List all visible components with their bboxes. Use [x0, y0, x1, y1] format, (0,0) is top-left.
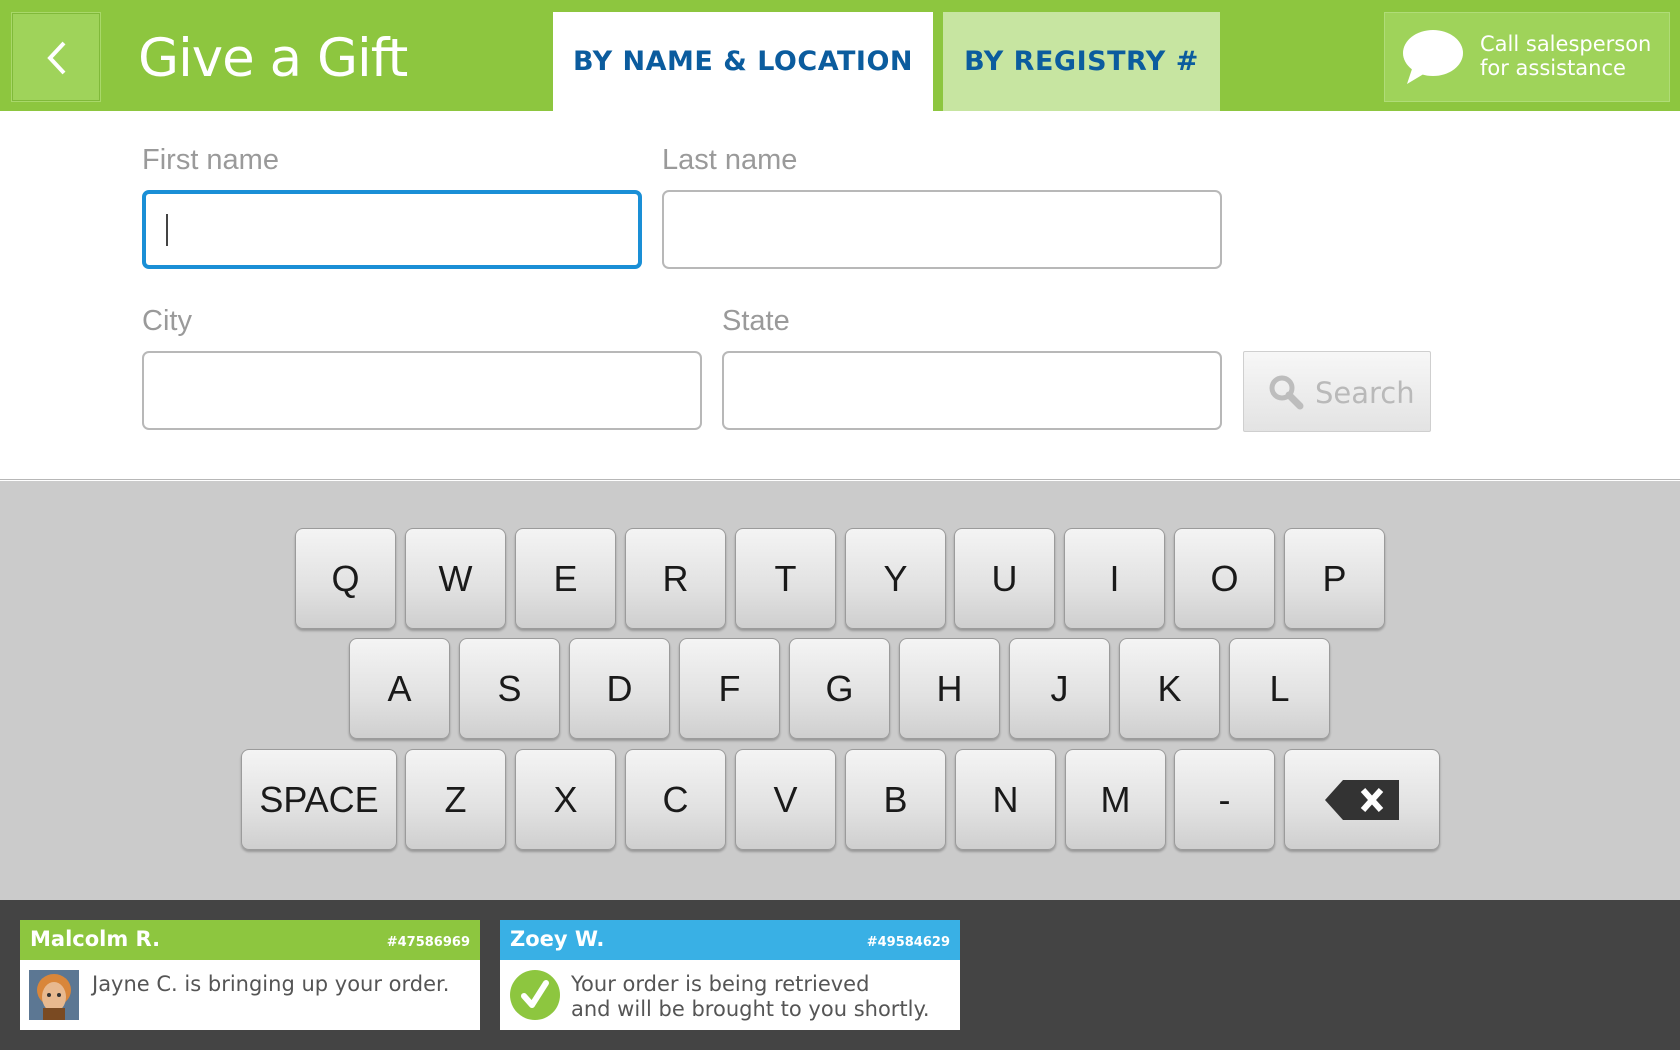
key-m[interactable]: M — [1065, 749, 1166, 850]
notification-message-line-2: and will be brought to you shortly. — [571, 997, 930, 1021]
key-j[interactable]: J — [1009, 638, 1110, 739]
key-e[interactable]: E — [515, 528, 616, 629]
key-z[interactable]: Z — [405, 749, 506, 850]
backspace-icon — [1325, 779, 1399, 820]
key-hyphen[interactable]: - — [1174, 749, 1275, 850]
on-screen-keyboard: Q W E R T Y U I O P A S D F G H J K L SP… — [0, 481, 1680, 900]
key-p[interactable]: P — [1284, 528, 1385, 629]
notification-message: Jayne C. is bringing up your order. — [92, 972, 449, 997]
state-label: State — [722, 305, 790, 337]
header-bar: Give a Gift BY NAME & LOCATION BY REGIST… — [0, 0, 1680, 111]
key-w[interactable]: W — [405, 528, 506, 629]
search-icon — [1269, 375, 1304, 410]
key-backspace[interactable] — [1284, 749, 1440, 850]
call-salesperson-button[interactable]: Call salesperson for assistance — [1384, 12, 1670, 102]
key-u[interactable]: U — [954, 528, 1055, 629]
speech-bubble-icon — [1403, 30, 1463, 84]
key-s[interactable]: S — [459, 638, 560, 739]
notification-header: Zoey W. #49584629 — [500, 920, 960, 960]
key-k[interactable]: K — [1119, 638, 1220, 739]
city-label: City — [142, 305, 192, 337]
key-o[interactable]: O — [1174, 528, 1275, 629]
first-name-field[interactable] — [142, 190, 642, 269]
key-i[interactable]: I — [1064, 528, 1165, 629]
tab-by-name-location[interactable]: BY NAME & LOCATION — [553, 12, 933, 111]
call-text-line-2: for assistance — [1480, 56, 1626, 80]
text-caret — [166, 213, 168, 246]
key-n[interactable]: N — [955, 749, 1056, 850]
key-h[interactable]: H — [899, 638, 1000, 739]
first-name-label: First name — [142, 144, 279, 176]
search-button[interactable]: Search — [1243, 351, 1431, 432]
page-title: Give a Gift — [138, 28, 408, 89]
key-x[interactable]: X — [515, 749, 616, 850]
key-space[interactable]: SPACE — [241, 749, 397, 850]
key-y[interactable]: Y — [845, 528, 946, 629]
key-q[interactable]: Q — [295, 528, 396, 629]
order-notification-card[interactable]: Zoey W. #49584629 Your order is being re… — [500, 920, 960, 1030]
key-v[interactable]: V — [735, 749, 836, 850]
last-name-label: Last name — [662, 144, 798, 176]
search-button-label: Search — [1315, 376, 1415, 410]
city-field[interactable] — [142, 351, 702, 430]
salesperson-avatar — [29, 970, 79, 1020]
order-notification-card[interactable]: Malcolm R. #47586969 Jayne C. is bringin… — [20, 920, 480, 1030]
key-t[interactable]: T — [735, 528, 836, 629]
state-field[interactable] — [722, 351, 1222, 430]
order-number: #47586969 — [386, 935, 470, 950]
notification-message: Your order is being retrieved and will b… — [571, 972, 930, 1022]
key-g[interactable]: G — [789, 638, 890, 739]
key-d[interactable]: D — [569, 638, 670, 739]
key-b[interactable]: B — [845, 749, 946, 850]
avatar-icon — [29, 970, 79, 1020]
notification-header: Malcolm R. #47586969 — [20, 920, 480, 960]
key-f[interactable]: F — [679, 638, 780, 739]
notification-message-line-1: Your order is being retrieved — [571, 972, 870, 996]
order-number: #49584629 — [866, 935, 950, 950]
tab-by-registry[interactable]: BY REGISTRY # — [943, 12, 1220, 111]
key-r[interactable]: R — [625, 528, 726, 629]
call-text-line-1: Call salesperson — [1480, 32, 1652, 56]
key-a[interactable]: A — [349, 638, 450, 739]
last-name-field[interactable] — [662, 190, 1222, 269]
call-salesperson-label: Call salesperson for assistance — [1480, 32, 1670, 80]
customer-name: Zoey W. — [510, 927, 605, 951]
notification-message-line-1: Jayne C. is bringing up your order. — [92, 972, 450, 996]
key-c[interactable]: C — [625, 749, 726, 850]
key-l[interactable]: L — [1229, 638, 1330, 739]
chevron-left-icon — [47, 41, 66, 75]
customer-name: Malcolm R. — [30, 927, 161, 951]
back-button[interactable] — [11, 12, 101, 102]
check-circle-icon — [510, 970, 560, 1020]
